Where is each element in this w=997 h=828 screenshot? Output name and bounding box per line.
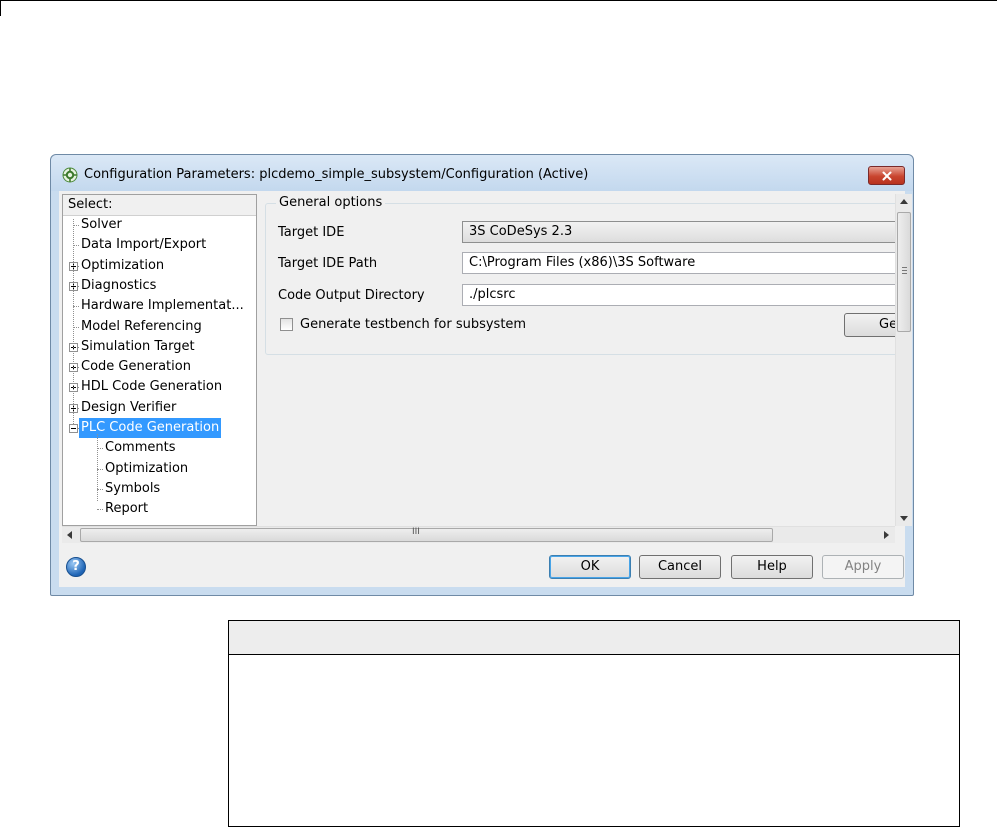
cancel-button-label: Cancel: [657, 559, 703, 574]
generate-code-button[interactable]: Ge: [844, 313, 895, 337]
code-output-directory-label: Code Output Directory: [278, 288, 425, 303]
tree-trunk-line: [73, 219, 74, 424]
target-ide-path-input[interactable]: C:\Program Files (x86)\3S Software: [462, 252, 895, 274]
tree-item-label: Comments: [105, 440, 176, 456]
dialog-title: Configuration Parameters: plcdemo_simple…: [84, 167, 589, 182]
generate-testbench-label: Generate testbench for subsystem: [300, 317, 527, 332]
tree-item-label: HDL Code Generation: [81, 379, 223, 395]
help-button-label: Help: [757, 559, 787, 574]
tree-item[interactable]: HDL Code Generation: [63, 377, 256, 397]
tree-item-label: Optimization: [105, 460, 189, 476]
help-icon[interactable]: ?: [66, 557, 86, 577]
tree-item-label: Model Referencing: [81, 318, 202, 334]
category-tree: Select: Solver Data Import/Export Optimiza…: [62, 194, 257, 526]
tree-item[interactable]: Optimization: [63, 256, 256, 276]
scroll-right-arrow-icon[interactable]: [884, 531, 889, 539]
tree-item[interactable]: Diagnostics: [63, 276, 256, 296]
tree-item[interactable]: Symbols: [63, 479, 256, 499]
help-button[interactable]: Help: [731, 555, 813, 579]
close-button[interactable]: [868, 166, 905, 185]
collapse-icon[interactable]: [69, 424, 78, 433]
vertical-scroll-thumb[interactable]: [897, 212, 911, 332]
tree-item-label: Optimization: [81, 257, 165, 273]
tree-item-label: Diagnostics: [81, 277, 157, 293]
target-ide-path-value: C:\Program Files (x86)\3S Software: [469, 255, 696, 270]
tree-item[interactable]: Hardware Implementat...: [63, 296, 256, 316]
target-ide-path-label: Target IDE Path: [278, 256, 378, 271]
empty-table: [228, 620, 960, 827]
tree-item-label: Code Generation: [81, 359, 191, 375]
ok-button[interactable]: OK: [549, 555, 631, 579]
ok-button-label: OK: [580, 559, 600, 574]
vertical-scrollbar[interactable]: [895, 194, 912, 526]
horizontal-scroll-thumb[interactable]: III: [80, 527, 773, 542]
tree-item-label: Report: [105, 501, 149, 517]
help-icon-glyph: ?: [72, 559, 80, 574]
page-left-rule: [0, 0, 1, 16]
target-ide-label: Target IDE: [278, 225, 345, 240]
tree-header: Select:: [63, 195, 256, 216]
cancel-button[interactable]: Cancel: [639, 555, 721, 579]
tree-item[interactable]: Code Generation: [63, 357, 256, 377]
apply-button[interactable]: Apply: [822, 555, 904, 579]
horizontal-scrollbar[interactable]: III: [62, 526, 895, 543]
target-ide-value: 3S CoDeSys 2.3: [469, 224, 573, 239]
generate-testbench-checkbox[interactable]: [280, 318, 293, 331]
general-options-legend: General options: [276, 195, 386, 210]
simulink-config-icon: [62, 167, 78, 183]
tree-item[interactable]: Comments: [63, 438, 256, 458]
target-ide-dropdown[interactable]: 3S CoDeSys 2.3: [462, 221, 895, 243]
dialog-client-area: Select: Solver Data Import/Export Optimiza…: [59, 191, 912, 587]
tree-item-label: PLC Code Generation: [79, 418, 222, 438]
close-icon: [882, 171, 891, 180]
configuration-parameters-dialog: Configuration Parameters: plcdemo_simple…: [50, 154, 914, 596]
apply-button-label: Apply: [844, 559, 882, 574]
tree-item-label: Simulation Target: [81, 338, 195, 354]
tree-item-label: Design Verifier: [81, 399, 177, 415]
tree-subtree-line: [97, 434, 98, 501]
scroll-up-arrow-icon[interactable]: [900, 199, 908, 204]
tree-item[interactable]: Optimization: [63, 459, 256, 479]
tree-item[interactable]: PLC Code Generation: [63, 418, 256, 438]
tree-item[interactable]: Design Verifier: [63, 398, 256, 418]
scroll-grip-icon: III: [412, 527, 420, 537]
empty-table-header: [229, 621, 959, 655]
tree-item[interactable]: Data Import/Export: [63, 235, 256, 255]
tree-item[interactable]: Model Referencing: [63, 317, 256, 337]
tree-item[interactable]: Report: [63, 499, 256, 519]
dialog-titlebar[interactable]: Configuration Parameters: plcdemo_simple…: [51, 155, 913, 191]
tree-item[interactable]: Solver: [63, 215, 256, 235]
code-output-directory-input[interactable]: ./plcsrc: [462, 284, 895, 306]
tree-item-label: Symbols: [105, 480, 161, 496]
generate-code-button-label: Ge: [879, 317, 895, 332]
tree-item-label: Solver: [81, 217, 122, 232]
tree-item-label: Data Import/Export: [81, 237, 207, 253]
tree-item-label: Hardware Implementat...: [81, 298, 244, 314]
settings-pane: General options Target IDE 3S CoDeSys 2.…: [261, 194, 895, 526]
code-output-directory-value: ./plcsrc: [469, 287, 516, 302]
scroll-left-arrow-icon[interactable]: [67, 531, 72, 539]
tree-item[interactable]: Simulation Target: [63, 337, 256, 357]
page-top-rule: [0, 0, 997, 1]
general-options-group: General options Target IDE 3S CoDeSys 2.…: [265, 195, 895, 355]
scroll-down-arrow-icon[interactable]: [900, 516, 908, 521]
